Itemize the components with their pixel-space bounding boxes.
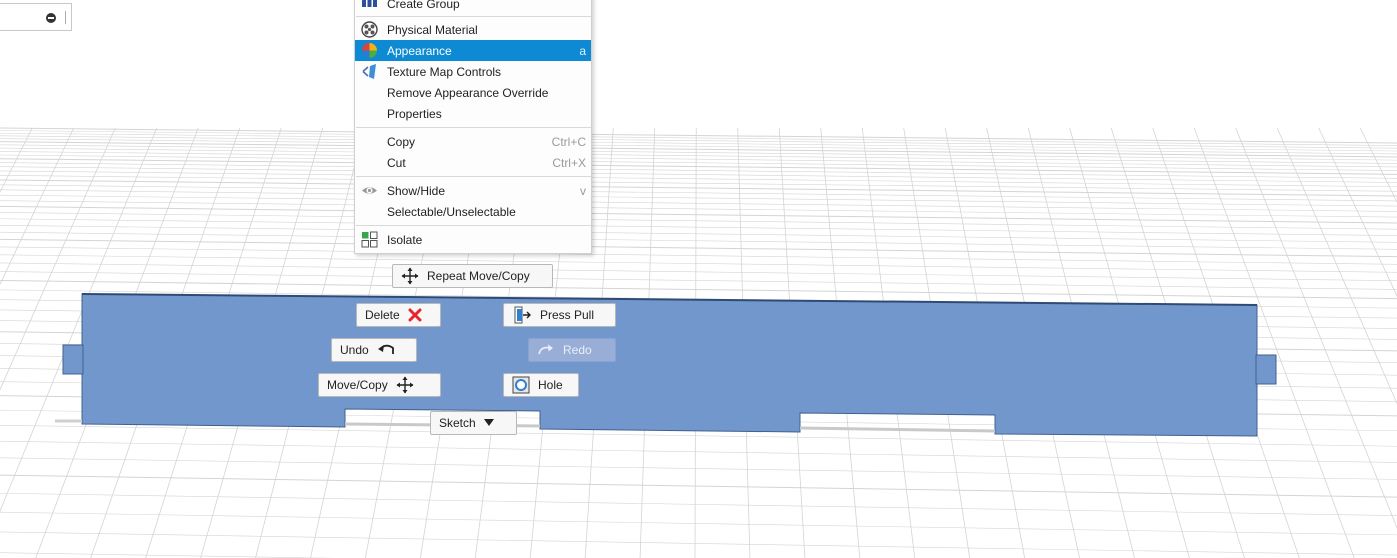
collapse-icon[interactable]: [46, 13, 56, 23]
grid-line: [0, 175, 1397, 192]
grid-line: [1359, 127, 1397, 203]
undo-button[interactable]: Undo: [331, 338, 417, 362]
sketch-dropdown-button[interactable]: Sketch: [430, 411, 517, 435]
grid-line: [1235, 127, 1397, 529]
hole-button[interactable]: Hole: [503, 373, 579, 397]
isolate-icon: [361, 231, 378, 248]
menu-separator: [356, 225, 591, 226]
grid-line: [0, 162, 1397, 179]
context-menu: Create Group Physical Material Appearanc…: [354, 0, 592, 254]
menu-item-isolate[interactable]: Isolate: [355, 229, 591, 250]
grid-line: [0, 231, 1397, 250]
grid-line: [0, 511, 1397, 536]
delete-x-icon: [408, 308, 422, 322]
grid-line: [0, 179, 1397, 197]
chevron-down-icon: [483, 419, 494, 426]
grid-line: [0, 141, 1397, 158]
menu-separator: [356, 176, 591, 177]
divider: [65, 11, 66, 24]
move-icon: [401, 267, 419, 285]
grid-line: [0, 189, 1397, 207]
redo-button[interactable]: Redo: [528, 338, 616, 362]
menu-item-create-group[interactable]: Create Group: [355, 0, 591, 14]
top-left-control[interactable]: [0, 3, 72, 31]
grid-line: [1276, 127, 1397, 405]
viewport-canvas[interactable]: [0, 0, 1397, 558]
grid-line: [0, 154, 1397, 171]
press-pull-icon: [514, 306, 531, 324]
hole-icon: [512, 376, 530, 394]
physical-material-icon: [361, 21, 378, 38]
grid-line: [0, 151, 1397, 168]
grid-line: [0, 238, 1397, 258]
grid-line: [0, 218, 1397, 236]
menu-item-cut[interactable]: Cut Ctrl+X: [355, 152, 591, 173]
create-group-icon: [361, 0, 378, 12]
appearance-icon: [361, 42, 378, 59]
grid-line: [0, 552, 337, 558]
grid-line: [0, 144, 1397, 161]
grid-line: [0, 271, 1397, 290]
undo-icon: [377, 344, 394, 354]
grid-line: [0, 474, 1397, 498]
menu-separator: [356, 16, 591, 17]
menu-item-texture-map-controls[interactable]: Texture Map Controls: [355, 61, 591, 82]
menu-item-properties[interactable]: Properties: [355, 103, 591, 124]
move-icon: [396, 376, 414, 394]
menu-separator: [356, 127, 591, 128]
move-copy-button[interactable]: Move/Copy: [318, 373, 441, 397]
menu-item-appearance[interactable]: Appearance a: [355, 40, 591, 61]
grid-line: [0, 170, 1397, 188]
menu-item-physical-material[interactable]: Physical Material: [355, 19, 591, 40]
grid-line: [0, 254, 1397, 273]
grid-line: [0, 225, 1397, 243]
eye-icon: [361, 182, 378, 199]
texture-map-icon: [361, 63, 378, 80]
menu-item-copy[interactable]: Copy Ctrl+C: [355, 131, 591, 152]
grid-line: [0, 184, 1397, 202]
model-body[interactable]: [55, 293, 1277, 437]
repeat-move-copy-button[interactable]: Repeat Move/Copy: [392, 264, 553, 288]
grid-line: [0, 457, 1397, 480]
menu-item-show-hide[interactable]: Show/Hide v: [355, 180, 591, 201]
grid-line: [0, 440, 1397, 463]
grid-line: [0, 246, 1397, 265]
menu-item-remove-appearance-override[interactable]: Remove Appearance Override: [355, 82, 591, 103]
grid-line: [0, 262, 1397, 281]
menu-item-selectable-unselectable[interactable]: Selectable/Unselectable: [355, 201, 591, 222]
grid-line: [0, 492, 1397, 516]
grid-line: [0, 166, 1397, 183]
redo-icon: [538, 344, 553, 355]
delete-button[interactable]: Delete: [356, 303, 441, 327]
press-pull-button[interactable]: Press Pull: [503, 303, 616, 327]
